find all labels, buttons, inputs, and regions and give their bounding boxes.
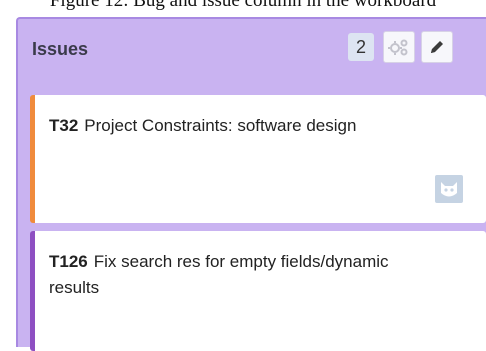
assignee-avatar[interactable] [435,175,463,203]
default-avatar-icon [441,182,457,197]
figure-caption: Figure 12: Bug and issue column in the w… [49,0,437,11]
task-count-badge: 2 [348,33,374,61]
workboard-column-issues: Issues 2 T32 Project Constraints: softwa… [16,17,486,351]
column-header: Issues 2 [18,19,486,77]
gear-icon [388,39,408,56]
pencil-icon [431,41,443,53]
task-title: Project Constraints: software design [84,116,357,135]
task-card-text[interactable]: T32 Project Constraints: software design [49,113,389,139]
task-title: Fix search res for empty fields/dynamic … [49,252,389,297]
task-card[interactable]: T32 Project Constraints: software design [30,95,486,223]
task-id: T126 [49,252,88,271]
task-card-text[interactable]: T126 Fix search res for empty fields/dyna… [49,249,389,301]
column-title: Issues [32,39,89,59]
column-settings-button[interactable] [383,31,415,63]
task-card[interactable]: T126 Fix search res for empty fields/dyna… [30,231,486,351]
edit-column-button[interactable] [421,31,453,63]
task-id: T32 [49,116,79,135]
